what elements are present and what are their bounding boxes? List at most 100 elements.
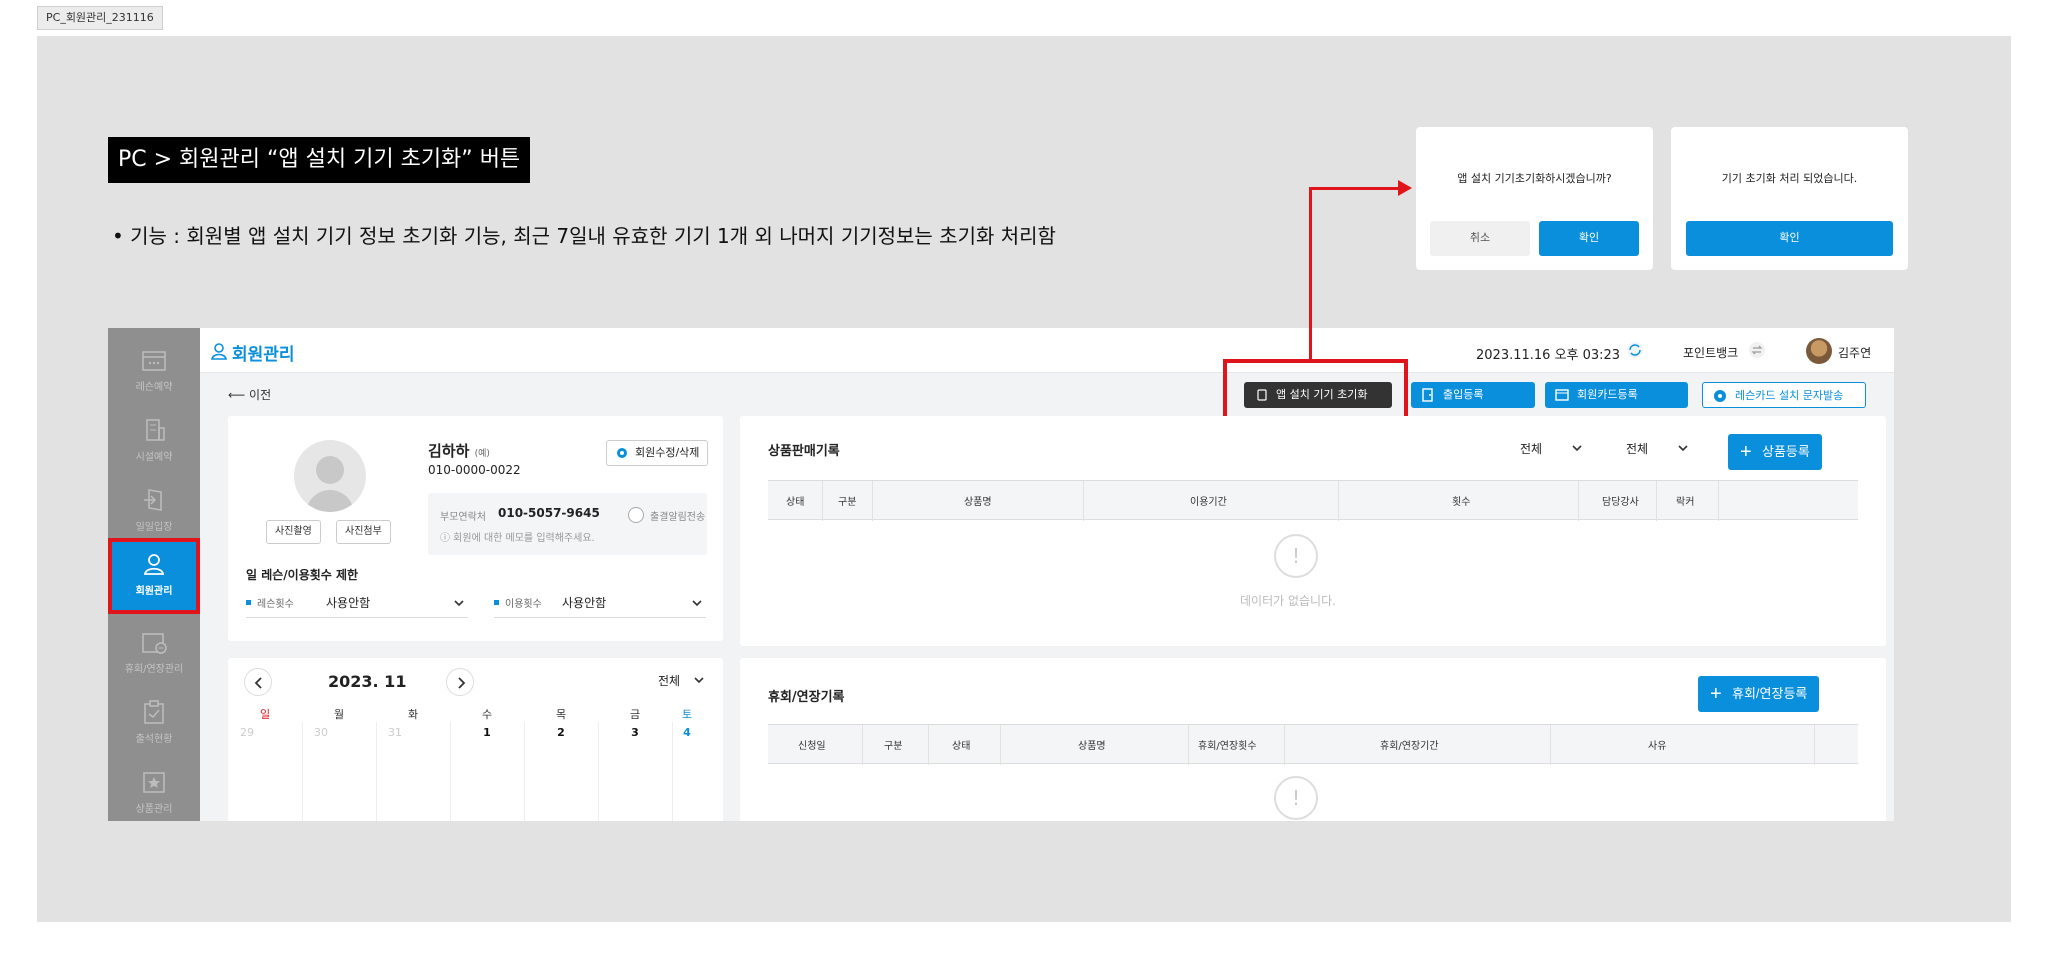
weekday-label: 일: [259, 708, 271, 721]
avatar[interactable]: [1806, 338, 1832, 364]
card-icon: [1555, 389, 1569, 401]
weekday-label: 목: [555, 708, 567, 721]
app-screen: 레슨예약 시설예약 일일입장 회원관리 휴회/연장관리 출석현황 상품관리 회원…: [108, 328, 1894, 821]
plus-icon: +: [1740, 441, 1752, 463]
use-count-value: 사용안함: [562, 596, 607, 610]
arrow-head-icon: [1398, 180, 1412, 196]
person-icon: [211, 343, 227, 360]
sales-filter-1[interactable]: 전체: [1520, 440, 1582, 457]
attendance-alarm-label: 출결알림전송: [650, 512, 706, 523]
door-icon: [1422, 388, 1433, 402]
sidebar-item-lesson-booking[interactable]: 레슨예약: [108, 336, 200, 408]
swap-icon[interactable]: [1748, 341, 1766, 359]
photo-take-button[interactable]: 사진촬영: [266, 520, 321, 544]
sidebar-item-product-management[interactable]: 상품관리: [108, 758, 200, 821]
photo-attach-button[interactable]: 사진첨부: [336, 520, 391, 544]
entry-register-label: 출입등록: [1443, 388, 1484, 401]
sidebar-item-attendance[interactable]: 출석현황: [108, 688, 200, 760]
lesson-card-sms-label: 레슨카드 설치 문자발송: [1735, 389, 1844, 402]
prev-month-button[interactable]: [244, 668, 272, 696]
column-header: 이용기간: [1190, 497, 1227, 508]
memo-box[interactable]: 부모연락처 010-5057-9645 출결알림전송 ⓘ 회원에 대한 메모를 …: [428, 493, 707, 555]
sales-title: 상품판매기록: [768, 444, 840, 459]
empty-state-icon: !: [1274, 776, 1318, 820]
sales-filter-1-value: 전체: [1520, 442, 1543, 456]
sidebar-item-facility-booking[interactable]: 시설예약: [108, 406, 200, 478]
sidebar-item-label: 휴회/연장관리: [124, 664, 184, 675]
weekday-label: 월: [333, 708, 345, 721]
column-header: 사유: [1648, 741, 1667, 752]
member-name-text: 김하하: [428, 442, 470, 460]
sidebar-item-label: 출석현황: [135, 734, 173, 745]
spec-description: • 기능 : 회원별 앱 설치 기기 정보 초기화 기능, 최근 7일내 유효한…: [112, 224, 1056, 248]
limit-title: 일 레슨/이용횟수 제한: [246, 568, 359, 582]
column-header: 락커: [1676, 497, 1695, 508]
building-icon: [146, 419, 165, 441]
calendar-filter-value: 전체: [658, 674, 681, 688]
chevron-down-icon: [1678, 445, 1688, 452]
sales-panel: 상품판매기록 전체 전체 + 상품등록 상태 구분 상품명 이용기간 횟수 담당강…: [740, 416, 1886, 646]
column-header: 구분: [838, 497, 857, 508]
calendar-day[interactable]: 2: [524, 726, 598, 739]
member-edit-label: 회원수정/삭제: [635, 446, 700, 459]
calendar-day[interactable]: 31: [358, 726, 432, 739]
calendar-day[interactable]: 4: [650, 726, 724, 739]
next-month-button[interactable]: [446, 668, 474, 696]
chevron-down-icon: [694, 677, 704, 684]
sidebar-item-label: 회원관리: [135, 586, 173, 597]
sidebar-item-label: 시설예약: [135, 452, 173, 463]
username: 김주연: [1838, 346, 1872, 360]
message-icon: [1714, 390, 1726, 402]
sidebar-item-leave-management[interactable]: 휴회/연장관리: [108, 618, 200, 690]
pointbank-link[interactable]: 포인트뱅크: [1683, 344, 1738, 361]
card-register-button[interactable]: 회원카드등록: [1545, 382, 1688, 408]
add-leave-button[interactable]: + 휴회/연장등록: [1698, 676, 1820, 712]
column-header: 담당강사: [1602, 497, 1639, 508]
done-dialog-message: 기기 초기화 처리 되었습니다.: [1721, 172, 1858, 185]
lesson-count-label: 레슨횟수: [257, 599, 294, 610]
page-title: 회원관리: [232, 345, 295, 365]
member-photo: [294, 440, 366, 512]
weekday-label: 수: [481, 708, 493, 721]
entry-register-button[interactable]: 출입등록: [1411, 382, 1535, 408]
back-button[interactable]: ⟵ 이전: [228, 386, 271, 403]
add-leave-label: 휴회/연장등록: [1732, 686, 1808, 701]
back-arrow-icon: ⟵: [228, 388, 250, 402]
sales-filter-2[interactable]: 전체: [1626, 440, 1688, 457]
refresh-icon[interactable]: [1626, 341, 1644, 359]
star-box-icon: [143, 772, 165, 793]
entry-icon: [144, 489, 162, 511]
datetime: 2023.11.16 오후 03:23: [1476, 348, 1621, 363]
chevron-right-icon: [458, 677, 466, 689]
use-count-select[interactable]: 이용횟수 사용안함: [494, 592, 706, 618]
memo-placeholder: ⓘ 회원에 대한 메모를 입력해주세요.: [440, 533, 595, 544]
calendar-day[interactable]: 29: [210, 726, 284, 739]
sidebar-item-member-management[interactable]: 회원관리: [108, 538, 200, 614]
calendar-month: 2023. 11: [328, 672, 407, 691]
cancel-button[interactable]: 취소: [1430, 221, 1530, 256]
add-product-button[interactable]: + 상품등록: [1728, 434, 1822, 470]
calendar-filter-select[interactable]: 전체: [658, 672, 704, 689]
connector-line: [1309, 187, 1409, 190]
member-name-suffix: (예): [474, 449, 490, 459]
done-dialog: 기기 초기화 처리 되었습니다. 확인: [1671, 127, 1908, 270]
confirm-ok-button[interactable]: 확인: [1539, 221, 1639, 256]
lesson-card-sms-button[interactable]: 레슨카드 설치 문자발송: [1702, 382, 1866, 408]
calendar-pause-icon: [142, 633, 167, 654]
member-edit-button[interactable]: 회원수정/삭제: [606, 440, 709, 466]
member-phone: 010-0000-0022: [428, 463, 521, 477]
calendar-day[interactable]: 1: [450, 726, 524, 739]
sidebar-item-label: 레슨예약: [135, 382, 173, 393]
chevron-left-icon: [254, 677, 262, 689]
column-header: 휴회/연장횟수: [1198, 741, 1257, 752]
calendar-day[interactable]: 30: [284, 726, 358, 739]
column-header: 상품명: [1078, 741, 1106, 752]
attendance-alarm-radio[interactable]: [628, 507, 644, 523]
done-ok-button[interactable]: 확인: [1686, 221, 1893, 256]
empty-state-icon: !: [1274, 534, 1318, 578]
column-header: 횟수: [1452, 497, 1471, 508]
use-count-label: 이용횟수: [505, 599, 542, 610]
leave-panel: 휴회/연장기록 + 휴회/연장등록 신청일 구분 상태 상품명 휴회/연장횟수 휴…: [740, 658, 1886, 821]
lesson-count-select[interactable]: 레슨횟수 사용안함: [246, 592, 468, 618]
confirm-dialog: 앱 설치 기기초기화하시겠습니까? 취소 확인: [1416, 127, 1653, 270]
